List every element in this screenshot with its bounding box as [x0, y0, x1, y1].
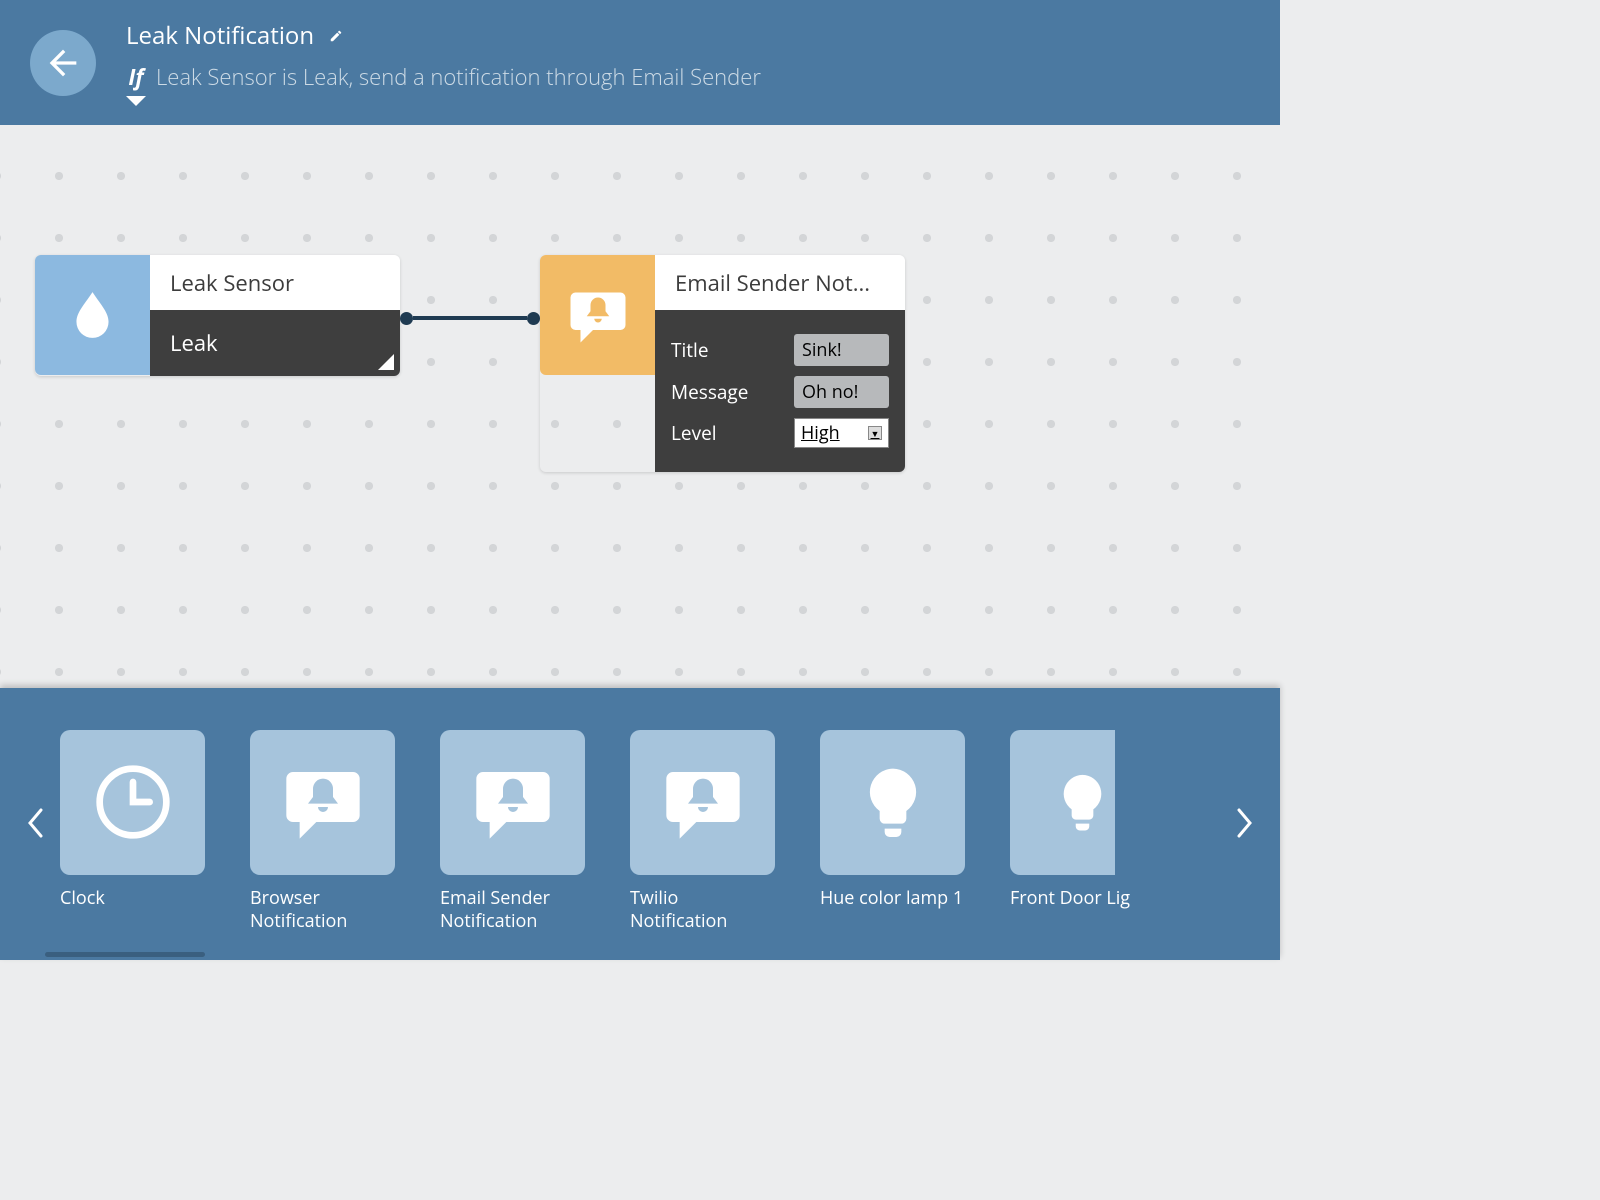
field-level-select[interactable]: High ▼	[794, 418, 889, 448]
edit-icon[interactable]	[329, 29, 343, 43]
water-drop-icon	[35, 255, 150, 375]
chevron-down-icon	[126, 96, 146, 106]
bulb-icon	[1050, 762, 1115, 842]
trigger-node[interactable]: Leak Sensor Leak	[35, 255, 400, 376]
tray-item-browser-notification[interactable]: Browser Notification	[250, 730, 395, 934]
field-message-label: Message	[671, 379, 748, 405]
chevron-down-icon: ▼	[868, 426, 882, 440]
notification-icon	[473, 762, 553, 842]
tray-item-label: Twilio Notification	[630, 887, 775, 934]
back-button[interactable]	[30, 30, 96, 96]
tray-items: Clock Browser Notification Email Sender …	[50, 730, 1230, 934]
tray-item-label: Email Sender Notification	[440, 887, 585, 934]
field-level-label: Level	[671, 420, 717, 446]
trigger-condition[interactable]: Leak	[150, 310, 400, 376]
tray-item-hue-lamp[interactable]: Hue color lamp 1	[820, 730, 965, 910]
page-title: Leak Notification	[126, 19, 314, 52]
action-node-form: Title Sink! Message Oh no! Level High ▼	[655, 310, 905, 472]
field-level-value: High	[801, 421, 840, 445]
notification-icon	[283, 762, 363, 842]
header: Leak Notification If Leak Sensor is Leak…	[0, 0, 1280, 125]
action-node[interactable]: Email Sender Not... Title Sink! Message …	[540, 255, 905, 472]
arrow-left-icon	[43, 43, 83, 83]
tray-item-label: Hue color lamp 1	[820, 887, 965, 910]
trigger-node-title: Leak Sensor	[150, 255, 400, 310]
tray-prev-button[interactable]	[20, 800, 50, 849]
trigger-condition-value: Leak	[170, 328, 218, 358]
notification-icon	[540, 255, 655, 375]
notification-icon	[663, 762, 743, 842]
action-node-title: Email Sender Not...	[655, 255, 905, 310]
field-title-input[interactable]: Sink!	[794, 334, 889, 366]
tray-item-label: Clock	[60, 887, 205, 910]
if-label: If	[128, 62, 143, 92]
tray-item-label: Front Door Lig	[1010, 887, 1115, 910]
tray-item-label: Browser Notification	[250, 887, 395, 934]
if-dropdown[interactable]: If	[126, 62, 146, 106]
tray-scrollbar[interactable]	[45, 952, 205, 957]
rule-description: Leak Sensor is Leak, send a notification…	[156, 62, 761, 92]
tray-item-email-notification[interactable]: Email Sender Notification	[440, 730, 585, 934]
tray-next-button[interactable]	[1230, 800, 1260, 849]
tray-item-twilio-notification[interactable]: Twilio Notification	[630, 730, 775, 934]
rule-canvas[interactable]: Leak Sensor Leak Email Sender Not... Tit…	[0, 125, 1280, 688]
node-connector	[400, 311, 540, 325]
clock-icon	[93, 762, 173, 842]
tray-item-clock[interactable]: Clock	[60, 730, 205, 910]
bulb-icon	[853, 762, 933, 842]
device-tray: Clock Browser Notification Email Sender …	[0, 688, 1280, 960]
tray-item-front-door-light[interactable]: Front Door Lig	[1010, 730, 1115, 910]
field-message-input[interactable]: Oh no!	[794, 376, 889, 408]
field-title-label: Title	[671, 337, 709, 363]
resize-corner-icon	[378, 354, 394, 370]
